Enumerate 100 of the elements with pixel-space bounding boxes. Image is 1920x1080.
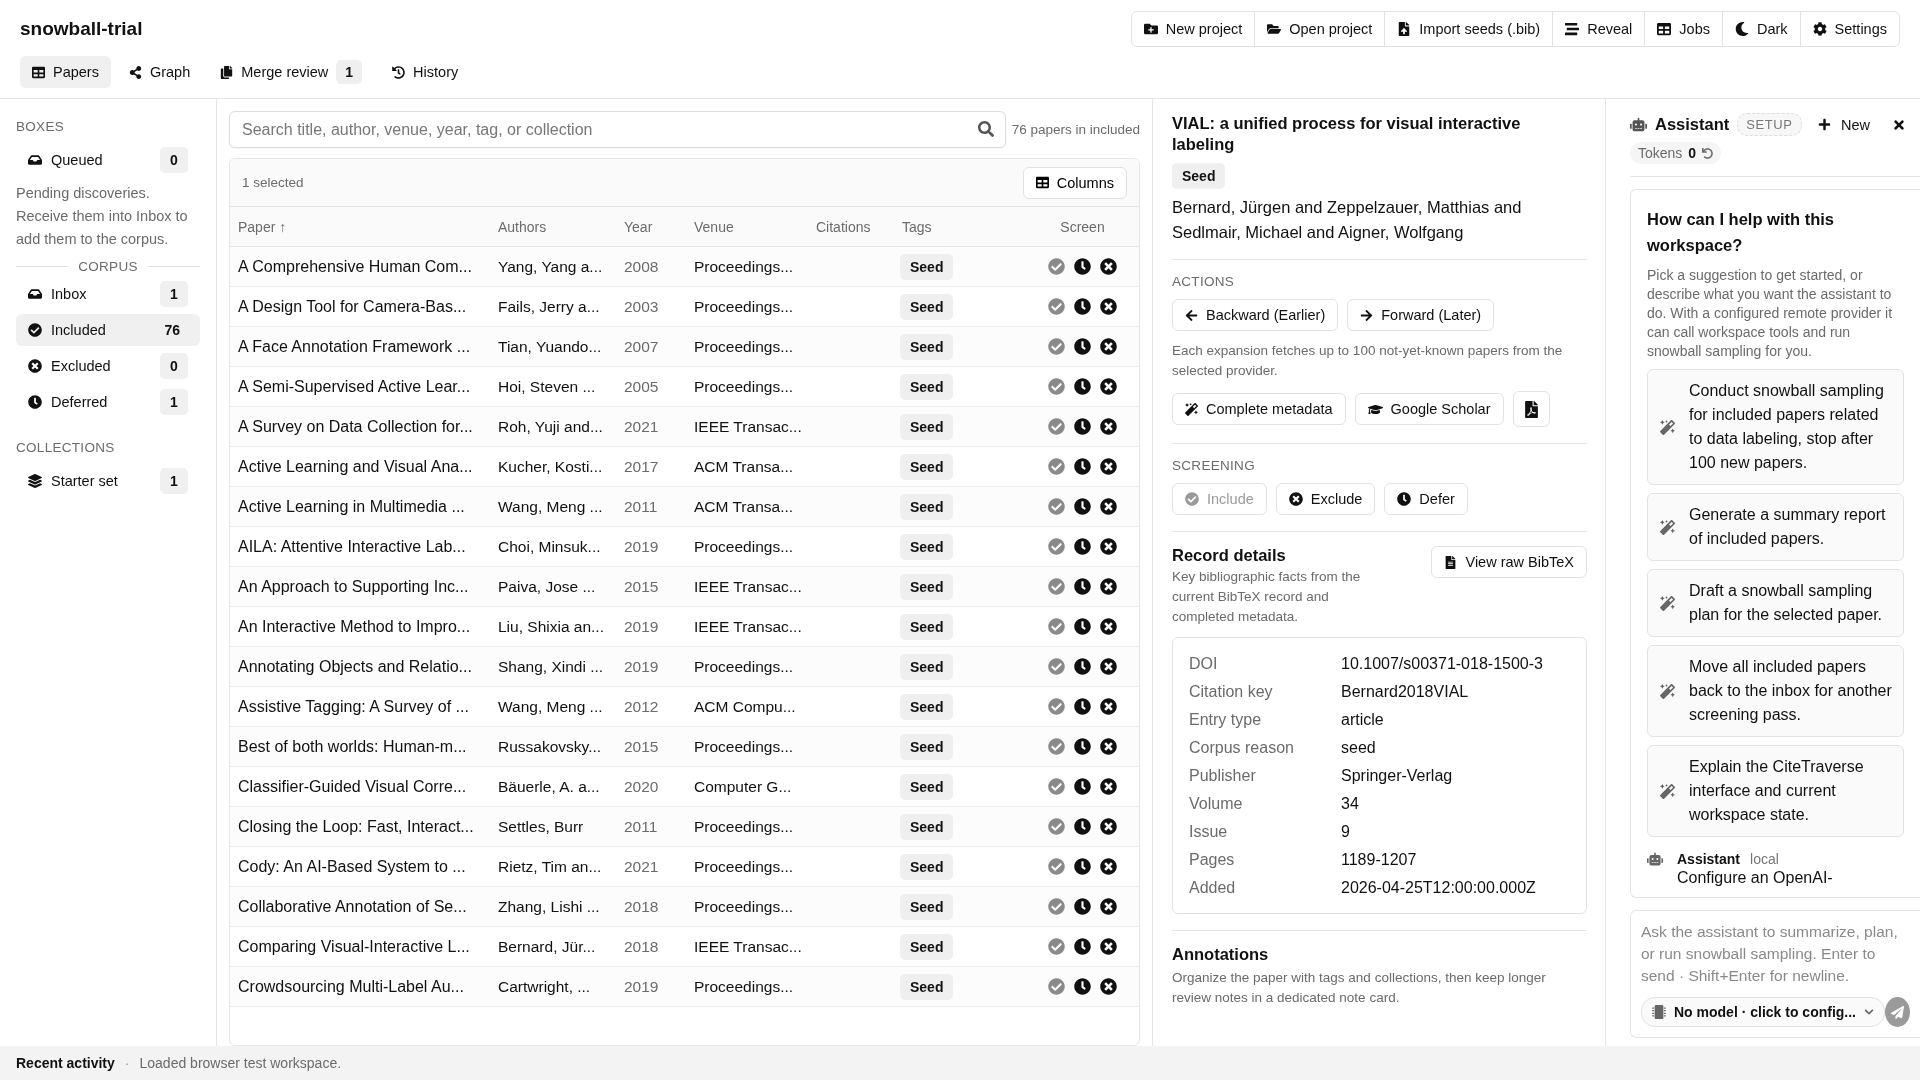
message-field[interactable]: Ask the assistant to summarize, plan, or run snowball sampling. Enter to send · Shift+Enter for newline. No model · click to config... [1630, 910, 1920, 1038]
column-header[interactable]: Citations [816, 218, 902, 235]
view-bibtex-button[interactable]: View raw BibTeX [1431, 546, 1587, 578]
clock-icon[interactable] [1074, 778, 1091, 795]
table-cell-text: Closing the Loop: Fast, Interact... [238, 817, 475, 836]
clock-icon[interactable] [1074, 658, 1091, 675]
settings-icon [1812, 22, 1827, 36]
clock-icon[interactable] [1074, 858, 1091, 875]
column-header[interactable]: Tags [902, 218, 1026, 235]
table-cell-text: Comparing Visual-Interactive L... [238, 937, 471, 956]
table-cell-text: 2019 [624, 977, 660, 996]
tag-badge: Seed [900, 893, 954, 920]
tag-badge: Seed [900, 253, 954, 280]
tool-button[interactable]: Google Scholar [1354, 393, 1504, 425]
screening-button[interactable]: Defer [1384, 483, 1468, 515]
suggestion-card[interactable]: Generate a summary report of included papers. [1647, 493, 1904, 561]
tab[interactable]: Merge review 1 [208, 56, 375, 88]
tab[interactable]: Graph [116, 56, 203, 88]
field-label: Publisher [1189, 766, 1257, 786]
clock-icon[interactable] [1074, 498, 1091, 515]
table-cell-text: A Survey on Data Collection for... [238, 417, 474, 436]
selection-count: 1 selected [242, 175, 304, 190]
table-icon [1657, 22, 1672, 36]
clock-icon[interactable] [1074, 338, 1091, 355]
table-cell-text: Proceedings... [694, 657, 795, 676]
table-cell-text: 2015 [624, 577, 660, 596]
clock-icon[interactable] [1074, 578, 1091, 595]
chat-intro: Pick a suggestion to get started, or describe what you want the assistant to do. With a configured remote provider it can call workspace tools and run snowball sampling for you. [1647, 266, 1894, 361]
table-cell-text: A Design Tool for Camera-Bas... [238, 297, 468, 316]
copy-icon [220, 65, 234, 79]
tag-badge: Seed [900, 813, 954, 840]
clock-icon[interactable] [1074, 898, 1091, 915]
paper-authors: Bernard, Jürgen and Zeppelzauer, Matthias and Sedlmair, Michael and Aigner, Wolfgang [1172, 197, 1523, 243]
tool-button[interactable]: Complete metadata [1172, 393, 1346, 425]
columns-button[interactable]: Columns [1022, 166, 1127, 199]
clock-icon[interactable] [1074, 618, 1091, 635]
clock-icon[interactable] [1074, 418, 1091, 435]
table-cell-text: 2019 [624, 537, 660, 556]
new-chat-button[interactable]: New [1818, 116, 1870, 133]
clock-icon[interactable] [1074, 938, 1091, 955]
clock-icon[interactable] [1074, 538, 1091, 555]
app-title: snowball-trial [20, 18, 143, 40]
screening-button[interactable]: Exclude [1275, 483, 1376, 515]
clock-icon[interactable] [1074, 458, 1091, 475]
tag-badge: Seed [900, 773, 954, 800]
table-cell-text: An Interactive Method to Impro... [238, 617, 472, 636]
field-value: Springer-Verlag [1341, 766, 1454, 786]
reset-icon[interactable] [1702, 147, 1714, 159]
column-header[interactable]: Year [624, 218, 694, 235]
suggestion-card[interactable]: Explain the CiteTraverse interface and current workspace state. [1647, 745, 1904, 837]
clock-icon[interactable] [1074, 738, 1091, 755]
table-cell-text: 2018 [624, 897, 660, 916]
section-title: Annotations [1172, 945, 1270, 964]
column-header[interactable]: Screen [1026, 218, 1139, 235]
table-cell-text: Kucher, Kosti... [498, 457, 604, 476]
search-field[interactable]: Search title, author, venue, year, tag, or collection [229, 111, 1006, 148]
count-label: 76 [163, 321, 181, 340]
tab[interactable]: Papers [20, 56, 111, 88]
suggestion-card[interactable]: Draft a snowball sampling plan for the selected paper. [1647, 569, 1904, 637]
expand-button[interactable]: Backward (Earlier) [1172, 299, 1339, 331]
suggestion-card[interactable]: Move all included papers back to the inbox for another screening pass. [1647, 645, 1904, 737]
field-value: 10.1007/s00371-018-1500-3 [1341, 654, 1544, 674]
pdf-button[interactable] [1512, 391, 1550, 427]
setup-badge: SETUP [1737, 113, 1802, 136]
sidebar-item[interactable]: Deferred 1 [16, 386, 200, 418]
field-value: 9 [1341, 822, 1351, 842]
table-cell-text: ACM Transa... [694, 457, 795, 476]
column-header[interactable]: Paper ↑ [238, 218, 498, 235]
clock-icon[interactable] [1074, 258, 1091, 275]
clock-icon[interactable] [1074, 698, 1091, 715]
message-author: Assistant [1677, 851, 1741, 867]
clock-icon[interactable] [1074, 978, 1091, 995]
tag-badge: Seed [900, 733, 954, 760]
model-select[interactable]: No model · click to config... [1641, 997, 1885, 1027]
table-cell-text: ACM Transa... [694, 497, 795, 516]
suggestion-card[interactable]: Conduct snowball sampling for included papers related to data labeling, stop after 100 new papers. [1647, 369, 1904, 485]
table-cell-text: Liu, Shixia an... [498, 617, 605, 636]
sidebar-item[interactable]: Excluded 0 [16, 350, 200, 382]
send-button[interactable] [1885, 997, 1910, 1027]
share-icon [128, 65, 142, 79]
sidebar-item[interactable]: Queued 0 [16, 144, 200, 176]
section-note: Organize the paper with tags and collections, then keep longer review notes in a dedicated note card. [1172, 969, 1547, 1007]
clock-icon[interactable] [1074, 298, 1091, 315]
table-cell-text: Collaborative Annotation of Se... [238, 897, 468, 916]
column-header[interactable]: Authors [498, 218, 624, 235]
sidebar-item[interactable]: Starter set 1 [16, 465, 200, 497]
table-cell-text: 2015 [624, 737, 660, 756]
table-cell-text: Wang, Meng ... [498, 497, 604, 516]
clock-icon[interactable] [1074, 818, 1091, 835]
clock-icon[interactable] [1074, 378, 1091, 395]
column-header[interactable]: Venue [694, 218, 816, 235]
expand-button[interactable]: Forward (Later) [1347, 299, 1495, 331]
sidebar-item[interactable]: Inbox 1 [16, 278, 200, 310]
table-cell-text: Computer G... [694, 777, 793, 796]
tab[interactable]: History [380, 56, 471, 88]
field-value: 1189-1207 [1341, 850, 1418, 870]
count-badge: 1 [160, 468, 188, 494]
sidebar-item[interactable]: Included 76 [16, 314, 200, 346]
message-source: local [1750, 851, 1779, 867]
table-cell-text: Proceedings... [694, 857, 795, 876]
